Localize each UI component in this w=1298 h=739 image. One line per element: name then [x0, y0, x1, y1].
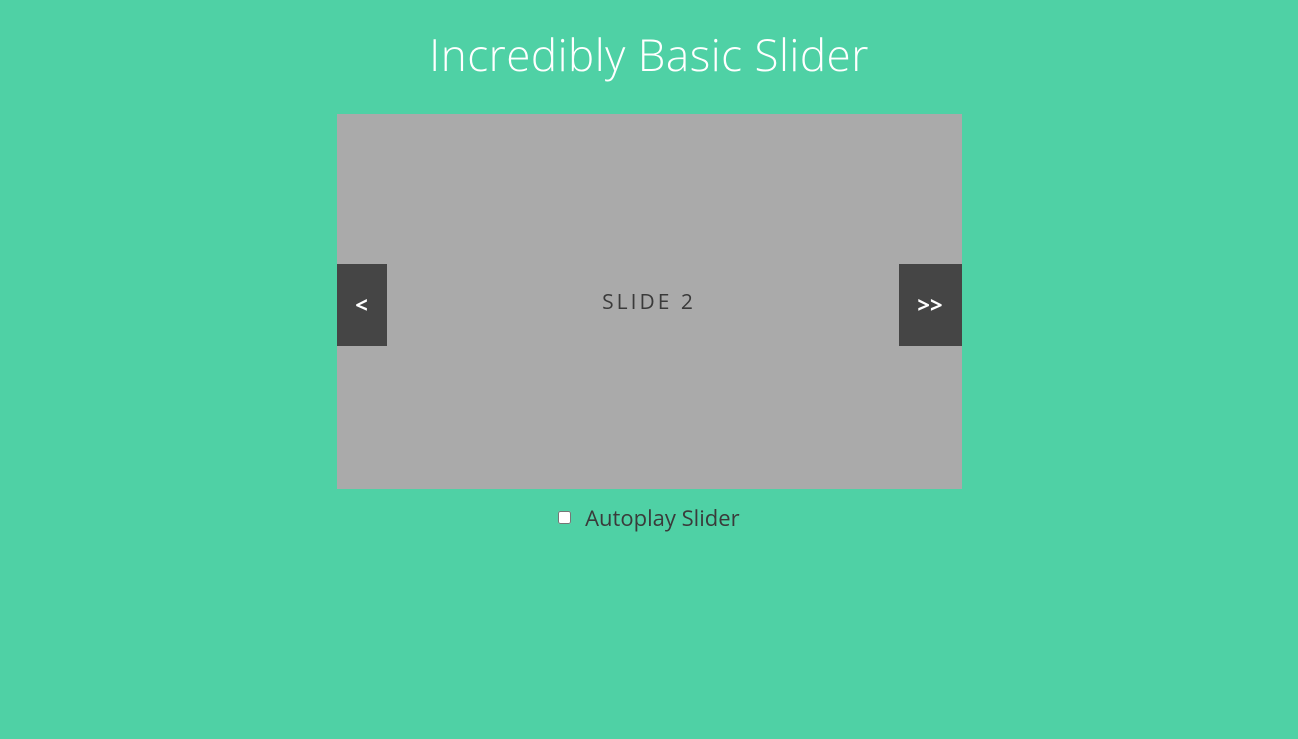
prev-button[interactable]: <: [337, 264, 387, 346]
slider: < SLIDE 2 >>: [337, 114, 962, 489]
chevron-right-icon: >>: [917, 290, 942, 320]
slide-label: SLIDE 2: [602, 288, 696, 316]
chevron-left-icon: <: [355, 290, 368, 320]
autoplay-label: Autoplay Slider: [585, 503, 739, 533]
autoplay-checkbox[interactable]: [558, 511, 571, 524]
next-button[interactable]: >>: [899, 264, 962, 346]
page-title: Incredibly Basic Slider: [337, 24, 962, 84]
autoplay-row: Autoplay Slider: [337, 503, 962, 533]
main-container: Incredibly Basic Slider < SLIDE 2 >> Aut…: [337, 0, 962, 533]
autoplay-label-wrapper[interactable]: Autoplay Slider: [558, 503, 739, 533]
